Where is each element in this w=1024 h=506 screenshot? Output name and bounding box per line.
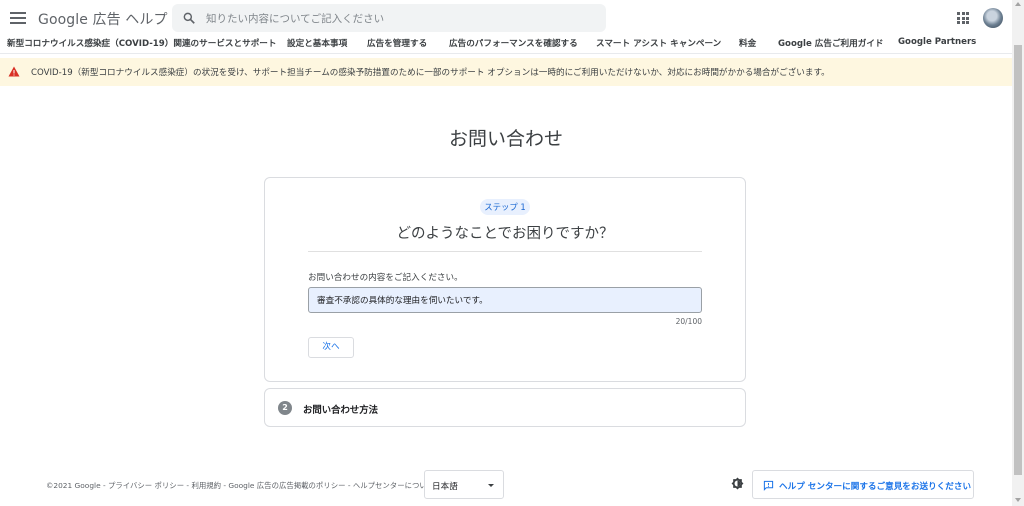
scroll-down-arrow-icon[interactable]: [1015, 498, 1021, 502]
page-scrollbar[interactable]: [1012, 0, 1024, 506]
page-title: お問い合わせ: [448, 128, 563, 150]
inquiry-field-label: お問い合わせの内容をご記入ください。: [308, 273, 463, 283]
search-input[interactable]: 知りたい内容についてご記入ください: [206, 11, 384, 26]
topic-nav: 新型コロナウイルス感染症（COVID-19）関連のサービスとサポート 設定と基本…: [0, 34, 1012, 54]
feedback-button[interactable]: ヘルプ センターに関するご意見をお送りください: [752, 470, 974, 499]
next-button[interactable]: 次へ: [308, 337, 354, 358]
nav-item-pricing[interactable]: 料金: [739, 37, 756, 49]
search-box[interactable]: 知りたい内容についてご記入ください: [172, 4, 606, 32]
alert-text: COVID-19（新型コロナウイルス感染症）の状況を受け、サポート担当チームの感…: [31, 68, 830, 78]
scroll-thumb[interactable]: [1014, 45, 1022, 475]
step2-label: お問い合わせ方法: [303, 405, 379, 416]
warning-icon: [8, 66, 20, 77]
nav-item-performance[interactable]: 広告のパフォーマンスを確認する: [449, 37, 578, 49]
language-value: 日本語: [432, 482, 458, 492]
hamburger-menu-icon[interactable]: [10, 10, 26, 26]
char-counter: 20/100: [675, 317, 702, 326]
divider: [308, 251, 702, 252]
avatar[interactable]: [983, 8, 1003, 28]
feedback-label: ヘルプ センターに関するご意見をお送りください: [779, 481, 972, 492]
footer-links[interactable]: ©2021 Google - プライバシー ポリシー - 利用規約 - Goog…: [46, 480, 434, 491]
nav-item-smart-campaigns[interactable]: スマート アシスト キャンペーン: [596, 37, 721, 49]
search-icon: [183, 12, 195, 24]
inquiry-input[interactable]: 審査不承認の具体的な理由を伺いたいです。: [308, 287, 702, 313]
feedback-icon: [763, 480, 774, 491]
nav-item-manage-ads[interactable]: 広告を管理する: [367, 37, 427, 49]
language-select[interactable]: 日本語: [424, 470, 504, 499]
apps-grid-icon[interactable]: [957, 12, 969, 24]
dropdown-caret-icon: [488, 484, 494, 487]
nav-item-partners[interactable]: Google Partners: [898, 37, 976, 47]
step1-card: ステップ 1 どのようなことでお困りですか？ お問い合わせの内容をご記入ください…: [264, 177, 746, 382]
brand-title[interactable]: Google 広告 ヘルプ: [38, 9, 168, 29]
app-header: Google 広告 ヘルプ 知りたい内容についてご記入ください: [0, 0, 1012, 36]
dark-mode-icon[interactable]: [731, 477, 744, 490]
step2-card[interactable]: 2 お問い合わせ方法: [264, 388, 746, 427]
covid-alert-banner: COVID-19（新型コロナウイルス感染症）の状況を受け、サポート担当チームの感…: [0, 58, 1012, 86]
nav-item-covid[interactable]: 新型コロナウイルス感染症（COVID-19）関連のサービスとサポート: [7, 37, 277, 49]
scroll-up-arrow-icon[interactable]: [1015, 2, 1021, 6]
step1-question: どのようなことでお困りですか？: [396, 226, 614, 242]
nav-item-setup[interactable]: 設定と基本事項: [287, 37, 347, 49]
step-badge: ステップ 1: [480, 199, 530, 215]
step-number-badge: 2: [278, 401, 292, 415]
nav-item-guide[interactable]: Google 広告ご利用ガイド: [778, 37, 884, 49]
